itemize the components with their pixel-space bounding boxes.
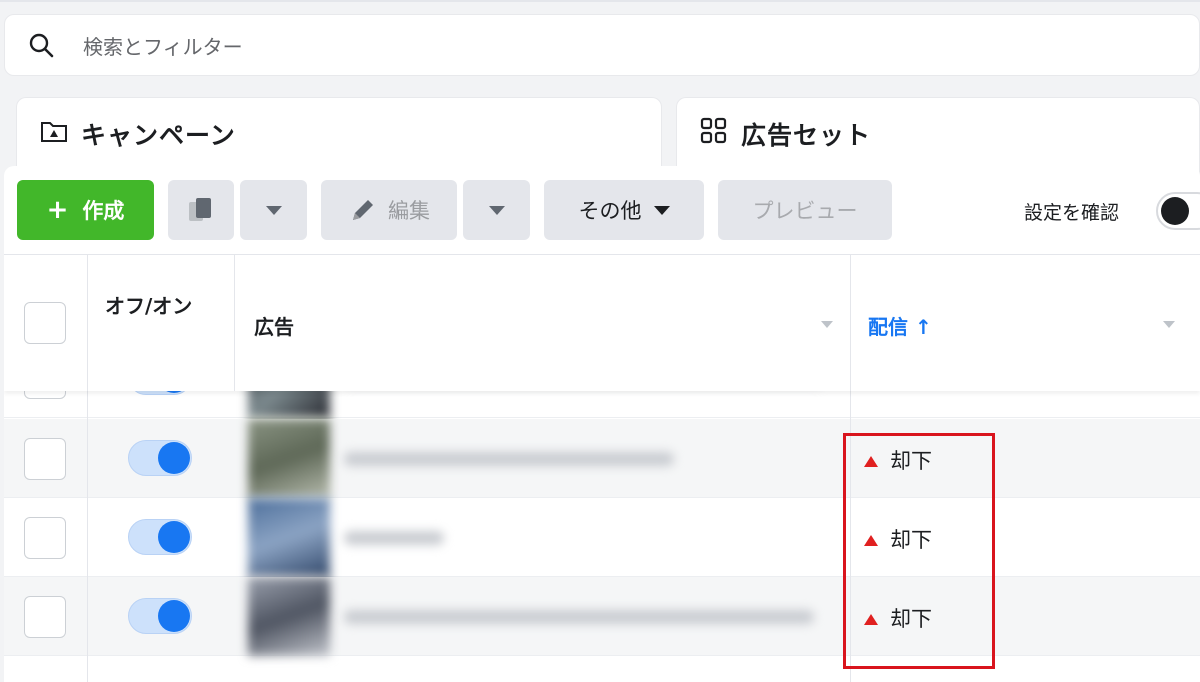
duplicate-dropdown-button[interactable]: [240, 180, 307, 240]
duplicate-button[interactable]: [168, 180, 234, 240]
create-button-label: 作成: [82, 199, 125, 223]
edit-button[interactable]: 編集: [321, 180, 457, 240]
chevron-down-icon: [653, 205, 670, 215]
delivery-status: 却下: [864, 445, 932, 475]
warning-triangle-icon: [864, 455, 878, 467]
pencil-icon: [353, 200, 373, 220]
ad-status-toggle[interactable]: [128, 440, 192, 476]
ad-name-blurred: [344, 531, 444, 545]
table-row[interactable]: 却下: [4, 419, 1200, 498]
delivery-status: 却下: [864, 603, 932, 633]
ad-status-toggle[interactable]: [128, 519, 192, 555]
create-button[interactable]: + 作成: [17, 180, 154, 240]
tab-adset-label: 広告セット: [741, 121, 872, 150]
warning-triangle-icon: [864, 613, 878, 625]
tab-campaign[interactable]: キャンペーン: [16, 97, 662, 177]
ad-thumbnail: [248, 391, 330, 418]
chevron-down-icon: [488, 205, 505, 215]
search-icon: [29, 33, 54, 58]
more-button[interactable]: その他: [544, 180, 704, 240]
table-row[interactable]: 却下: [4, 391, 1200, 418]
search-bar[interactable]: 検索とフィルター: [4, 14, 1200, 76]
toggle-knob: [158, 391, 190, 393]
table-body: 却下 却下 却下: [4, 391, 1200, 682]
review-settings-toggle[interactable]: [1156, 192, 1200, 230]
column-divider: [850, 255, 851, 391]
sort-ad-icon[interactable]: [821, 321, 833, 328]
tab-campaign-label: キャンペーン: [81, 121, 236, 150]
duplicate-icon: [189, 198, 211, 221]
toggle-knob: [1161, 197, 1189, 225]
delivery-status-label: 却下: [890, 607, 932, 631]
tab-adset[interactable]: 広告セット: [676, 97, 1200, 177]
review-settings-label: 設定を確認: [1024, 202, 1120, 224]
edit-dropdown-button[interactable]: [463, 180, 530, 240]
column-divider: [87, 391, 88, 682]
ad-thumbnail: [248, 577, 330, 656]
ads-table-panel: + 作成 編集 その他 プレビュー 設定を確認 オフ/オン 広告 配信 ↑ 却下…: [4, 166, 1200, 682]
table-header: オフ/オン 広告 配信 ↑: [4, 254, 1200, 391]
toggle-knob: [158, 600, 190, 632]
row-checkbox[interactable]: [24, 596, 66, 638]
toolbar: + 作成 編集 その他 プレビュー 設定を確認: [4, 166, 1200, 254]
ad-thumbnail: [248, 419, 330, 498]
toggle-knob: [158, 442, 190, 474]
sort-delivery-icon[interactable]: [1163, 321, 1175, 328]
row-checkbox[interactable]: [24, 391, 66, 399]
folder-icon: [41, 122, 67, 142]
delivery-status-label: 却下: [890, 528, 932, 552]
delivery-status: 却下: [864, 524, 932, 554]
warning-triangle-icon: [864, 534, 878, 546]
preview-button-label: プレビュー: [752, 199, 858, 223]
column-header-ad[interactable]: 広告: [254, 311, 294, 340]
column-header-onoff[interactable]: オフ/オン: [105, 293, 215, 319]
ad-name-blurred: [344, 452, 674, 466]
column-header-delivery[interactable]: 配信 ↑: [868, 311, 932, 340]
chevron-down-icon: [265, 205, 282, 215]
table-row[interactable]: 却下: [4, 577, 1200, 656]
toggle-knob: [158, 521, 190, 553]
row-checkbox[interactable]: [24, 517, 66, 559]
select-all-checkbox[interactable]: [24, 302, 66, 344]
ad-name-blurred: [344, 610, 814, 624]
top-divider: [0, 0, 1200, 2]
column-divider: [87, 255, 88, 391]
edit-button-label: 編集: [388, 199, 430, 223]
delivery-status-label: 却下: [890, 449, 932, 473]
preview-button[interactable]: プレビュー: [718, 180, 892, 240]
plus-icon: +: [46, 195, 69, 225]
more-button-label: その他: [578, 199, 642, 223]
grid-icon: [700, 117, 727, 144]
column-divider: [850, 391, 851, 682]
ad-status-toggle[interactable]: [128, 598, 192, 634]
ad-thumbnail: [248, 498, 330, 577]
table-row[interactable]: 却下: [4, 498, 1200, 577]
ad-status-toggle[interactable]: [128, 391, 192, 395]
row-checkbox[interactable]: [24, 438, 66, 480]
column-divider: [234, 255, 235, 391]
search-input[interactable]: 検索とフィルター: [83, 31, 243, 60]
